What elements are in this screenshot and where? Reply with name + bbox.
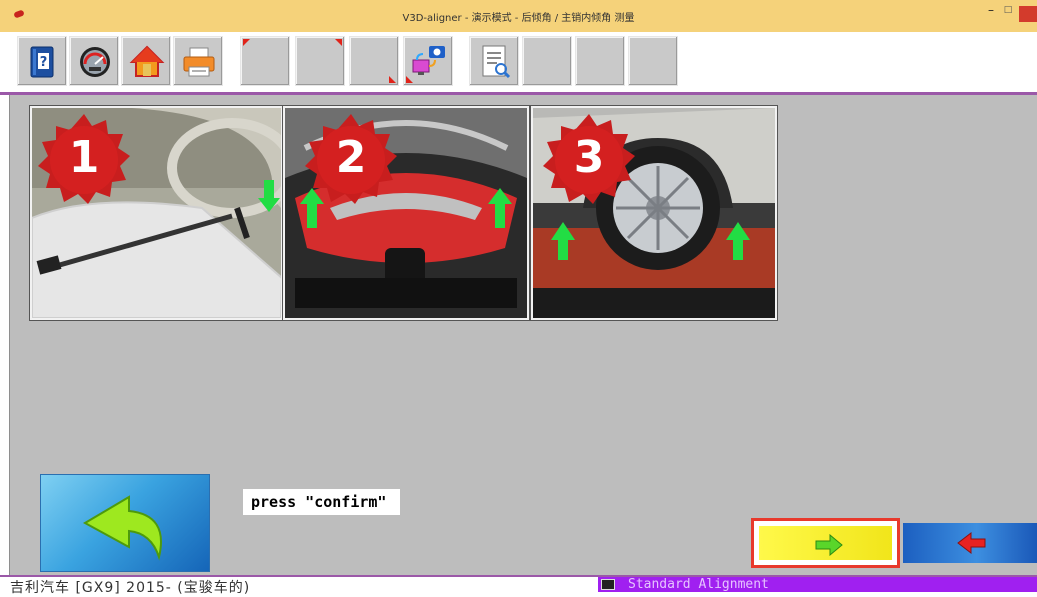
camera-monitor-icon: [412, 46, 445, 75]
step-3-image: 3: [531, 106, 777, 320]
step-number: 1: [68, 132, 100, 183]
dashboard-button[interactable]: [69, 36, 119, 86]
home-button[interactable]: [121, 36, 171, 86]
vehicle-info: 吉利汽车 [GX9] 2015- (宝骏车的): [10, 580, 251, 596]
toolbar-slot-6[interactable]: [295, 36, 345, 86]
window-title: V3D-aligner - 演示模式 - 后倾角 / 主销内倾角 测量: [402, 13, 635, 24]
left-arrow-icon: [957, 532, 986, 554]
step-1-image: 1: [30, 106, 283, 320]
back-button[interactable]: [40, 474, 210, 572]
right-arrow-icon: [815, 534, 843, 556]
toolbar-slot-10[interactable]: [522, 36, 572, 86]
toolbar-slot-5[interactable]: [240, 36, 290, 86]
program-name: Standard Alignment: [628, 577, 769, 592]
keyboard-icon: [601, 579, 615, 590]
red-corner-marker: [335, 39, 342, 46]
minimize-button[interactable]: –: [985, 4, 997, 18]
toolbar-slot-11[interactable]: [575, 36, 625, 86]
toolbar-slot-7[interactable]: [349, 36, 399, 86]
toolbar-slot-12[interactable]: [628, 36, 678, 86]
print-button[interactable]: [173, 36, 223, 86]
report-icon: [482, 45, 511, 79]
help-book-icon: ?: [30, 46, 54, 78]
red-corner-marker: [406, 76, 413, 83]
close-button[interactable]: [1019, 6, 1037, 22]
help-button[interactable]: ?: [17, 36, 67, 86]
svg-text:?: ?: [40, 55, 48, 70]
previous-button[interactable]: [903, 523, 1037, 563]
left-margin: [0, 95, 10, 575]
report-button[interactable]: [469, 36, 519, 86]
camera-monitor-button[interactable]: [403, 36, 453, 86]
maximize-button[interactable]: □: [1002, 6, 1014, 18]
step-2-image: 2: [283, 106, 529, 320]
red-corner-marker: [389, 76, 396, 83]
printer-icon: [183, 47, 215, 77]
instruction-prompt: press "confirm": [243, 489, 400, 515]
gauge-icon: [80, 47, 110, 77]
step-number: 2: [335, 132, 367, 183]
step-number: 3: [573, 132, 605, 183]
home-icon: [129, 45, 165, 77]
confirm-button[interactable]: [751, 518, 900, 568]
red-corner-marker: [243, 39, 250, 46]
curved-back-arrow-icon: [82, 495, 162, 561]
confirm-button-face: [759, 526, 892, 560]
